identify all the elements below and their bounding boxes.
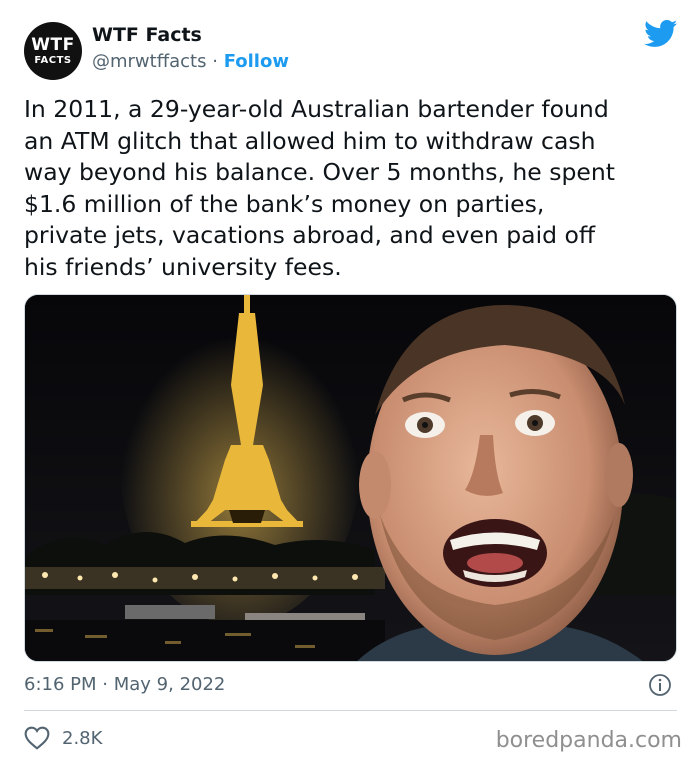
timestamp-separator: · — [102, 674, 108, 695]
like-count[interactable]: 2.8K — [62, 728, 102, 749]
author-handle[interactable]: @mrwtffacts — [92, 51, 206, 72]
twitter-bird-icon[interactable] — [644, 20, 678, 48]
tweet-date: May 9, 2022 — [113, 674, 226, 695]
watermark: boredpanda.com — [495, 728, 682, 753]
eiffel-selfie-photo — [25, 295, 676, 661]
avatar[interactable]: WTF FACTS — [24, 22, 82, 80]
tweet-timestamp[interactable]: 6:16 PM · May 9, 2022 — [24, 674, 225, 695]
info-icon[interactable] — [648, 673, 672, 697]
divider — [24, 710, 677, 711]
heart-icon[interactable] — [24, 726, 50, 750]
tweet-photo[interactable] — [24, 294, 677, 662]
avatar-logo-line2: FACTS — [34, 54, 72, 66]
tweet-text: In 2011, a 29-year-old Australian barten… — [24, 95, 615, 281]
author-name[interactable]: WTF Facts — [92, 24, 202, 46]
avatar-logo-line1: WTF — [31, 34, 75, 55]
handle-row: @mrwtffacts · Follow — [92, 51, 289, 72]
tweet-card: WTF FACTS WTF Facts @mrwtffacts · Follow… — [0, 0, 700, 764]
follow-button[interactable]: Follow — [224, 51, 289, 72]
tweet-time: 6:16 PM — [24, 674, 97, 695]
handle-separator: · — [212, 51, 218, 72]
